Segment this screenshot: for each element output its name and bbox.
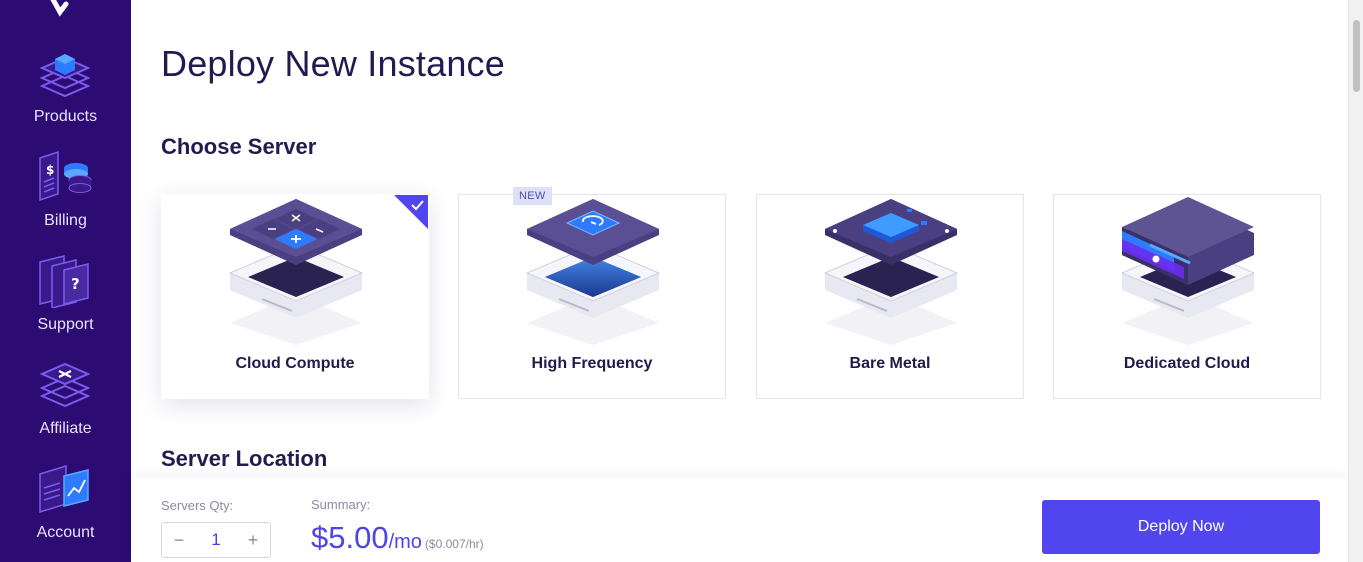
sidebar-item-label: Billing bbox=[44, 212, 87, 229]
monthly-price: $5.00 bbox=[311, 520, 389, 555]
scrollbar-thumb[interactable] bbox=[1353, 20, 1360, 92]
server-card-label: Dedicated Cloud bbox=[1123, 355, 1251, 372]
support-icon: ? bbox=[39, 255, 89, 308]
affiliate-icon bbox=[39, 362, 91, 408]
sidebar-item-label: Account bbox=[36, 524, 95, 541]
sidebar-item-label: Products bbox=[33, 108, 98, 125]
decrement-button[interactable]: − bbox=[162, 523, 196, 557]
sidebar-item-label: Support bbox=[37, 316, 94, 333]
servers-qty-label: Servers Qty: bbox=[161, 498, 234, 513]
quantity-input[interactable] bbox=[196, 523, 236, 557]
sidebar-item-affiliate[interactable]: Affiliate bbox=[0, 358, 131, 458]
logo-icon[interactable] bbox=[46, 0, 76, 18]
price-summary: $5.00/mo ($0.007/hr) bbox=[311, 520, 484, 556]
products-icon bbox=[39, 54, 91, 98]
server-location-heading: Server Location bbox=[161, 446, 328, 471]
sidebar-item-billing[interactable]: $ Billing bbox=[0, 150, 131, 250]
dedicated-cloud-icon bbox=[1120, 197, 1256, 345]
sidebar-item-account[interactable]: Account bbox=[0, 462, 131, 562]
bare-metal-icon bbox=[823, 199, 959, 345]
sidebar-item-support[interactable]: ? Support bbox=[0, 254, 131, 354]
deploy-summary-bar: Servers Qty: − + Summary: $5.00/mo($0.00… bbox=[131, 478, 1348, 562]
sidebar-item-label: Affiliate bbox=[39, 420, 92, 437]
high-frequency-icon bbox=[525, 199, 661, 345]
svg-text:?: ? bbox=[71, 275, 80, 293]
price-period: /mo bbox=[388, 531, 422, 553]
deploy-now-button[interactable]: Deploy Now bbox=[1042, 500, 1320, 554]
server-card-dedicated-cloud[interactable]: Dedicated Cloud bbox=[1053, 194, 1321, 399]
sidebar: Products $ Billing ? Support Affiliate A… bbox=[0, 0, 131, 562]
increment-button[interactable]: + bbox=[236, 523, 270, 557]
server-card-label: Bare Metal bbox=[849, 355, 931, 372]
server-card-high-frequency[interactable]: NEW High Frequency bbox=[458, 187, 726, 399]
server-card-label: Cloud Compute bbox=[235, 355, 355, 372]
selected-check-icon bbox=[394, 195, 428, 229]
choose-server-heading: Choose Server bbox=[161, 134, 317, 159]
sidebar-item-products[interactable]: Products bbox=[0, 46, 131, 146]
summary-label: Summary: bbox=[311, 497, 371, 512]
billing-icon: $ bbox=[39, 150, 92, 202]
quantity-stepper: − + bbox=[161, 522, 271, 558]
server-card-label: High Frequency bbox=[531, 355, 653, 372]
vertical-scrollbar[interactable] bbox=[1348, 0, 1363, 562]
server-card-bare-metal[interactable]: Bare Metal bbox=[756, 194, 1024, 399]
server-card-cloud-compute[interactable]: Cloud Compute bbox=[161, 194, 429, 399]
svg-text:$: $ bbox=[46, 163, 54, 177]
account-icon bbox=[39, 464, 89, 514]
page-title: Deploy New Instance bbox=[161, 43, 505, 84]
hourly-price: ($0.007/hr) bbox=[424, 537, 484, 551]
cloud-compute-icon bbox=[228, 199, 364, 345]
app-window: Products $ Billing ? Support Affiliate A… bbox=[0, 0, 1363, 562]
